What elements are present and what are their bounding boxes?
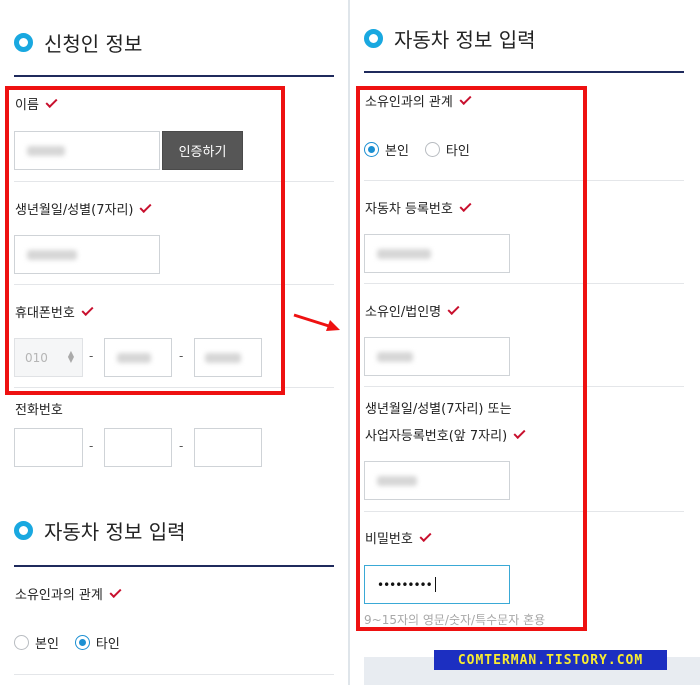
mobile-prefix-value: 010: [25, 350, 48, 365]
blurred-value: [117, 353, 151, 363]
blurred-value: [27, 250, 77, 260]
password-label-text: 비밀번호: [365, 532, 413, 547]
applicant-title-text: 신청인 정보: [44, 32, 143, 56]
radio-self[interactable]: 본인: [364, 140, 409, 159]
row-divider: [14, 387, 334, 388]
mobile-label-text: 휴대폰번호: [15, 306, 75, 321]
row-divider: [14, 181, 334, 182]
password-hint: 9~15자의 영문/숫자/특수문자 혼용: [364, 613, 546, 627]
bullet-icon: [14, 521, 33, 540]
radio-other[interactable]: 타인: [74, 633, 120, 652]
check-icon: [419, 529, 432, 542]
relation-radio-group: 본인 타인: [14, 633, 136, 652]
dash-separator: -: [89, 349, 94, 363]
owner-input[interactable]: [364, 337, 510, 376]
blurred-value: [377, 476, 417, 486]
check-icon: [513, 426, 526, 439]
mobile-last-input[interactable]: [194, 338, 262, 377]
applicant-section-title: 신청인 정보: [14, 28, 142, 57]
radio-button[interactable]: [14, 635, 29, 650]
row-divider: [14, 284, 334, 285]
radio-button[interactable]: [74, 635, 90, 650]
vehicle-title-text: 자동차 정보 입력: [44, 520, 186, 544]
radio-button[interactable]: [364, 142, 379, 157]
watermark-banner: COMTERMAN.TISTORY.COM: [434, 650, 667, 670]
mobile-label: 휴대폰번호: [15, 302, 94, 321]
vehicle-section-title: 자동차 정보 입력: [364, 24, 536, 53]
owner-birth-label-line1: 생년월일/성별(7자리) 또는: [365, 398, 512, 417]
text-cursor: [434, 577, 436, 592]
owner-birth-input[interactable]: [364, 461, 510, 500]
relation-radio-group: 본인 타인: [364, 140, 486, 159]
radio-self-label: 본인: [385, 144, 409, 159]
vehicle-section-title: 자동차 정보 입력: [14, 516, 186, 545]
name-input[interactable]: [14, 131, 160, 170]
spinner-arrows-icon: ▲ ▼: [67, 349, 74, 364]
blurred-value: [377, 352, 413, 362]
phone-middle-input[interactable]: [104, 428, 172, 467]
owner-birth-label-text: 사업자등록번호(앞 7자리): [365, 429, 508, 444]
row-divider: [364, 386, 684, 387]
phone-prefix-input[interactable]: [14, 428, 83, 467]
left-panel: 신청인 정보 이름 인증하기 생년월일/성별(7자리) 휴대폰번호 010 ▲ ▼…: [0, 0, 348, 685]
plate-input[interactable]: [364, 234, 510, 273]
owner-birth-label-line2: 사업자등록번호(앞 7자리): [365, 425, 526, 444]
birth-input[interactable]: [14, 235, 160, 274]
radio-other[interactable]: 타인: [424, 140, 470, 159]
phone-label: 전화번호: [15, 399, 63, 418]
bullet-icon: [364, 29, 383, 48]
vehicle-title-text: 자동차 정보 입력: [394, 28, 536, 52]
name-label: 이름: [15, 94, 58, 113]
row-divider: [364, 283, 684, 284]
auth-button[interactable]: 인증하기: [162, 131, 243, 170]
relation-label-text: 소유인과의 관계: [365, 95, 453, 110]
relation-label: 소유인과의 관계: [15, 584, 122, 603]
birth-label-text: 생년월일/성별(7자리): [15, 203, 134, 218]
title-rule: [14, 565, 334, 567]
plate-label: 자동차 등록번호: [365, 198, 472, 217]
dash-separator: -: [89, 439, 94, 453]
check-icon: [45, 95, 58, 108]
row-divider: [14, 674, 334, 675]
bullet-icon: [14, 33, 33, 52]
check-icon: [139, 200, 152, 213]
plate-label-text: 자동차 등록번호: [365, 202, 453, 217]
right-panel: 자동차 정보 입력 소유인과의 관계 본인 타인 자동차 등록번호 소유인/법인…: [350, 0, 700, 685]
dash-separator: -: [179, 349, 184, 363]
blurred-value: [205, 353, 241, 363]
radio-self[interactable]: 본인: [14, 633, 59, 652]
blurred-value: [377, 249, 431, 259]
owner-label: 소유인/법인명: [365, 301, 460, 320]
relation-label-text: 소유인과의 관계: [15, 588, 103, 603]
birth-label: 생년월일/성별(7자리): [15, 199, 152, 218]
arrow-right-icon: [293, 313, 340, 331]
password-label: 비밀번호: [365, 528, 432, 547]
mobile-middle-input[interactable]: [104, 338, 172, 377]
check-icon: [459, 199, 472, 212]
radio-button[interactable]: [424, 142, 440, 157]
radio-other-label: 타인: [95, 637, 120, 652]
title-rule: [364, 71, 684, 73]
row-divider: [364, 180, 684, 181]
check-icon: [447, 302, 460, 315]
radio-other-label: 타인: [445, 144, 470, 159]
mobile-prefix-select[interactable]: 010 ▲ ▼: [14, 338, 83, 377]
check-icon: [459, 92, 472, 105]
owner-label-text: 소유인/법인명: [365, 305, 442, 320]
blurred-value: [27, 146, 65, 156]
title-rule: [14, 75, 334, 77]
name-label-text: 이름: [15, 98, 39, 113]
phone-last-input[interactable]: [194, 428, 262, 467]
radio-self-label: 본인: [35, 637, 59, 652]
phone-label-text: 전화번호: [15, 403, 63, 418]
relation-label: 소유인과의 관계: [365, 91, 472, 110]
check-icon: [81, 303, 94, 316]
password-value: •••••••••: [377, 577, 433, 592]
check-icon: [109, 585, 122, 598]
row-divider: [364, 511, 684, 512]
password-input[interactable]: •••••••••: [364, 565, 510, 604]
owner-birth-label-text: 생년월일/성별(7자리) 또는: [365, 402, 512, 417]
dash-separator: -: [179, 439, 184, 453]
